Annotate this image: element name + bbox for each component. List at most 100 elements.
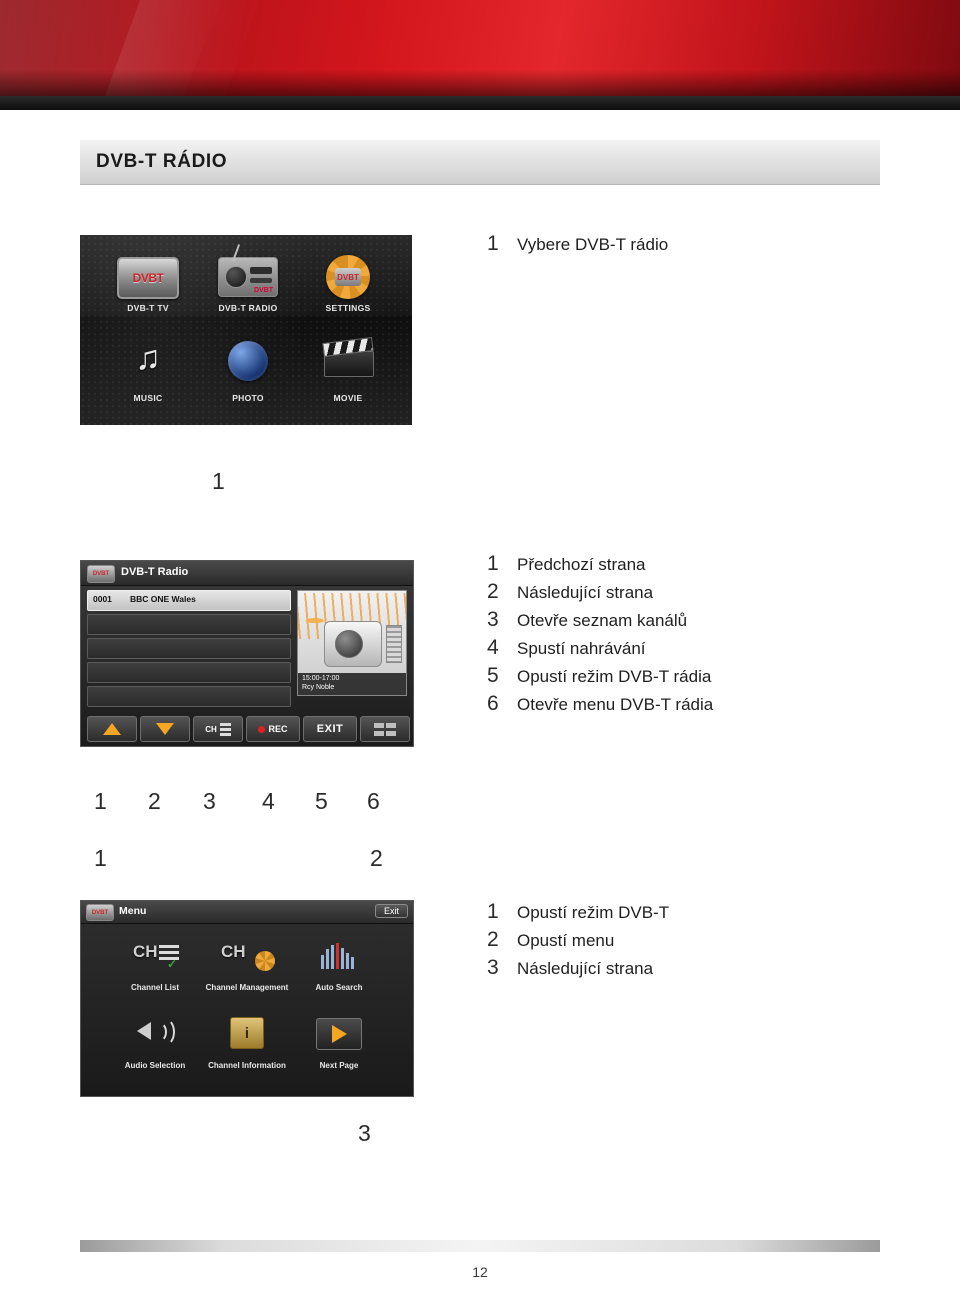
callout-osd-1: 1 <box>94 845 107 871</box>
channel-list-button[interactable]: CH <box>193 716 243 742</box>
legend-number: 2 <box>487 928 499 951</box>
osd-exit-button[interactable]: Exit <box>374 904 408 918</box>
audio-selection-icon <box>135 1017 175 1046</box>
legend-row: 3 Následující strana <box>487 956 917 984</box>
osd-item-channel-information[interactable]: i Channel Information <box>197 1013 297 1077</box>
osd-label-next-page: Next Page <box>319 1061 359 1070</box>
channel-list-icon: CH <box>133 942 158 961</box>
channel-number: 0001 <box>93 594 112 604</box>
osd-item-channel-management[interactable]: CH Channel Management <box>197 935 297 999</box>
legend-row: 2 Opustí menu <box>487 928 917 956</box>
legend-text: Otevře seznam kanálů <box>517 611 688 630</box>
dvbt-radio-icon: DVBT <box>218 244 278 297</box>
record-icon <box>258 725 266 733</box>
page-title-bar: DVB-T RÁDIO <box>80 140 880 186</box>
callout-menu-1: 1 <box>212 468 225 494</box>
tile-dvbt-radio[interactable]: DVBT DVB-T RADIO <box>198 244 298 333</box>
auto-search-icon <box>321 943 357 969</box>
legend-text: Spustí nahrávání <box>517 639 646 658</box>
tile-settings[interactable]: DVBT SETTINGS <box>298 253 398 333</box>
tile-label-photo: PHOTO <box>232 393 264 403</box>
channel-list[interactable]: 0001 BBC ONE Wales <box>87 590 291 710</box>
osd-item-audio-selection[interactable]: Audio Selection <box>105 1013 205 1077</box>
callout-radio-4: 4 <box>262 788 275 814</box>
channel-name: BBC ONE Wales <box>130 594 196 604</box>
record-button[interactable]: REC <box>246 716 300 742</box>
previous-page-button[interactable] <box>87 716 137 742</box>
tile-dvbt-tv[interactable]: DVBT DVB-T TV <box>98 253 198 333</box>
top-red-banner <box>0 0 960 96</box>
epg-overlay: 15:00-17:00 Rcy Noble <box>298 673 406 695</box>
gear-icon <box>255 951 275 971</box>
dvbt-tv-icon: DVBT <box>117 257 179 299</box>
tile-label-settings: SETTINGS <box>325 303 371 313</box>
radio-artwork-preview: 15:00-17:00 Rcy Noble <box>297 590 407 696</box>
callout-radio-2: 2 <box>148 788 161 814</box>
music-note-icon: ♫ <box>135 339 161 377</box>
dvbt-logo-icon: DVBT <box>87 565 115 583</box>
legend-row: 4 Spustí nahrávání <box>487 636 917 664</box>
triangle-up-icon <box>103 723 121 735</box>
main-menu-screenshot: DVBT DVB-T TV DVBT DVB-T RADIO DVBT SETT… <box>80 235 412 425</box>
page-title: DVB-T RÁDIO <box>96 151 228 172</box>
legend-number: 1 <box>487 232 499 255</box>
radio-player-screenshot: DVBT DVB-T Radio 0001 BBC ONE Wales 15:0… <box>80 560 414 747</box>
radio-button-bar: CH REC EXIT <box>87 716 410 742</box>
callout-radio-1: 1 <box>94 788 107 814</box>
dvbt-logo-icon: DVBT <box>86 904 114 921</box>
epg-programme: Rcy Noble <box>302 684 335 691</box>
tile-label-music: MUSIC <box>133 393 163 403</box>
legend-number: 5 <box>487 664 499 687</box>
callout-radio-3: 3 <box>203 788 216 814</box>
osd-menu-screenshot: DVBT Menu Exit CH ✓ Channel List CH Chan… <box>80 900 414 1097</box>
list-item[interactable] <box>87 614 291 635</box>
legend-text: Opustí režim DVB-T rádia <box>517 667 712 686</box>
banner-dark-strip <box>0 96 960 110</box>
tile-label-dvbt-tv: DVB-T TV <box>127 303 169 313</box>
speaker-graphic <box>324 621 382 667</box>
dvbt-radio-badge-text: DVBT <box>253 287 273 294</box>
osd-label-auto-search: Auto Search <box>315 983 363 992</box>
list-item[interactable] <box>87 662 291 683</box>
footer-divider <box>80 1240 880 1252</box>
legend-text: Následující strana <box>517 959 654 978</box>
list-lines-icon <box>219 722 231 736</box>
list-item[interactable] <box>87 638 291 659</box>
legend-row: 5 Opustí režim DVB-T rádia <box>487 664 917 692</box>
osd-title: Menu <box>119 905 147 917</box>
tile-movie[interactable]: MOVIE <box>298 335 398 415</box>
list-item[interactable]: 0001 BBC ONE Wales <box>87 590 291 611</box>
photo-sphere-icon <box>228 341 268 381</box>
radio-player-title: DVB-T Radio <box>121 566 189 578</box>
osd-item-channel-list[interactable]: CH ✓ Channel List <box>105 935 205 999</box>
legend-text: Opustí režim DVB-T <box>517 903 670 922</box>
tile-photo[interactable]: PHOTO <box>198 335 298 415</box>
movie-clapper-icon <box>322 337 374 377</box>
tile-label-movie: MOVIE <box>333 393 363 403</box>
list-item[interactable] <box>87 686 291 707</box>
legend-text: Následující strana <box>517 583 654 602</box>
next-page-button[interactable] <box>140 716 190 742</box>
record-label: REC <box>268 724 288 734</box>
legend-number: 1 <box>487 552 499 575</box>
osd-label-audio-selection: Audio Selection <box>124 1061 186 1070</box>
exit-button[interactable]: EXIT <box>303 716 357 742</box>
callout-osd-2: 2 <box>370 845 383 871</box>
callout-radio-5: 5 <box>315 788 328 814</box>
epg-time: 15:00-17:00 <box>302 675 340 682</box>
legend-row: 2 Následující strana <box>487 580 917 608</box>
osd-item-next-page[interactable]: Next Page <box>289 1013 389 1077</box>
legend-text: Vybere DVB-T rádio <box>517 235 669 254</box>
osd-item-auto-search[interactable]: Auto Search <box>289 935 389 999</box>
tile-label-dvbt-radio: DVB-T RADIO <box>218 303 278 313</box>
settings-gear-icon: DVBT <box>326 255 370 299</box>
banner-shadow <box>0 70 960 96</box>
legend-row: 6 Otevře menu DVB-T rádia <box>487 692 917 720</box>
grid-menu-icon <box>374 722 396 736</box>
legend-row: 3 Otevře seznam kanálů <box>487 608 917 636</box>
menu-grid-button[interactable] <box>360 716 410 742</box>
tuner-dial <box>250 267 272 274</box>
legend-text: Otevře menu DVB-T rádia <box>517 695 714 714</box>
dvbt-tv-badge-text: DVBT <box>132 271 164 285</box>
tile-music[interactable]: ♫ MUSIC <box>98 335 198 415</box>
